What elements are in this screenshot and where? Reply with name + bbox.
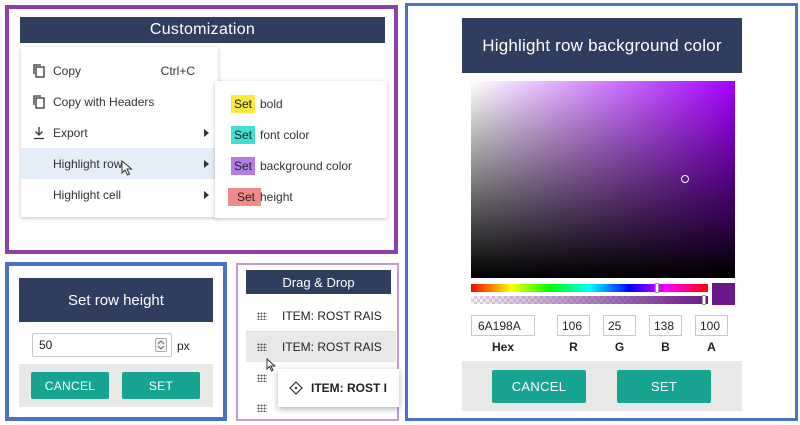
color-picker-title: Highlight row background color bbox=[482, 35, 722, 55]
set-button[interactable]: SET bbox=[122, 372, 200, 399]
b-input[interactable]: 138 bbox=[649, 315, 682, 336]
b-value: 138 bbox=[654, 318, 675, 333]
drag-handle-icon[interactable] bbox=[257, 312, 267, 320]
dragging-item[interactable]: ITEM: ROST I bbox=[278, 369, 399, 407]
row-height-value: 50 bbox=[39, 338, 53, 352]
a-input[interactable]: 100 bbox=[695, 315, 728, 336]
customization-title: Customization bbox=[149, 21, 256, 38]
submenu-item-set-font-color[interactable]: Set font color bbox=[215, 119, 385, 150]
customization-panel: Customization Copy Ctrl+C Copy with Head… bbox=[5, 5, 398, 254]
submenu-arrow-icon bbox=[204, 190, 209, 199]
move-icon bbox=[289, 381, 303, 400]
set-chip: Set bbox=[231, 156, 256, 175]
set-chip: Set bbox=[231, 94, 256, 113]
saturation-area[interactable] bbox=[471, 81, 735, 278]
submenu-item-label: height bbox=[260, 189, 293, 204]
list-item[interactable]: ITEM: ROST RAIS bbox=[246, 301, 396, 331]
menu-item-highlight-cell[interactable]: Highlight cell bbox=[21, 179, 217, 210]
menu-item-label: Highlight cell bbox=[53, 187, 122, 202]
menu-item-highlight-row[interactable]: Highlight row bbox=[21, 148, 217, 179]
color-picker-body: 6A198A 106 25 138 100 Hex R G B A bbox=[462, 73, 742, 363]
submenu-item-label: background color bbox=[260, 158, 353, 173]
set-chip: Set bbox=[228, 187, 262, 206]
r-label: R bbox=[569, 340, 578, 354]
color-cursor[interactable] bbox=[681, 175, 689, 183]
color-picker-panel: Highlight row background color 6A198A 10… bbox=[405, 3, 798, 421]
g-label: G bbox=[614, 340, 625, 354]
g-value: 25 bbox=[608, 318, 622, 333]
mouse-pointer-icon bbox=[266, 357, 277, 377]
menu-item-label: Copy bbox=[53, 63, 82, 78]
set-chip: Set bbox=[231, 125, 256, 144]
submenu-item-label: font color bbox=[260, 127, 310, 142]
submenu-arrow-icon bbox=[204, 159, 209, 168]
menu-item-export[interactable]: Export bbox=[21, 117, 217, 148]
drag-drop-panel: Drag & Drop ITEM: ROST RAIS ITEM: ROST R… bbox=[236, 263, 399, 421]
download-icon bbox=[33, 126, 45, 140]
r-value: 106 bbox=[562, 318, 583, 333]
menu-item-label: Export bbox=[53, 125, 88, 140]
context-menu: Copy Ctrl+C Copy with Headers Export Hig… bbox=[21, 47, 218, 217]
menu-item-shortcut: Ctrl+C bbox=[160, 63, 195, 78]
color-picker-title-bar: Highlight row background color bbox=[462, 18, 742, 73]
mouse-pointer-icon bbox=[121, 159, 133, 179]
b-label: B bbox=[661, 340, 670, 354]
alpha-slider-handle[interactable] bbox=[702, 295, 706, 305]
hue-slider-handle[interactable] bbox=[655, 283, 659, 293]
cancel-button[interactable]: CANCEL bbox=[31, 372, 109, 399]
list-item-label: ITEM: ROST RAIS bbox=[282, 340, 382, 354]
color-preview-swatch bbox=[712, 283, 735, 305]
drag-handle-icon[interactable] bbox=[257, 404, 267, 412]
row-height-footer: CANCEL SET bbox=[19, 364, 213, 407]
copy-icon bbox=[33, 63, 45, 78]
menu-item-label: Copy with Headers bbox=[53, 94, 155, 109]
row-height-title: Set row height bbox=[68, 291, 164, 309]
drag-drop-title: Drag & Drop bbox=[282, 274, 355, 290]
submenu-item-set-background-color[interactable]: Set background color bbox=[215, 150, 385, 181]
alpha-slider[interactable] bbox=[471, 295, 708, 305]
drag-drop-title-bar: Drag & Drop bbox=[246, 270, 391, 294]
copy-icon bbox=[33, 94, 45, 109]
menu-item-copy[interactable]: Copy Ctrl+C bbox=[21, 55, 217, 86]
customization-title-bar: Customization bbox=[20, 17, 385, 43]
hex-input[interactable]: 6A198A bbox=[471, 315, 535, 336]
submenu-item-set-height[interactable]: Set height bbox=[215, 181, 385, 212]
menu-item-copy-with-headers[interactable]: Copy with Headers bbox=[21, 86, 217, 117]
highlight-row-submenu: Set bold Set font color Set background c… bbox=[215, 81, 387, 218]
hue-slider[interactable] bbox=[471, 283, 708, 293]
hex-label: Hex bbox=[491, 340, 514, 354]
dragging-item-label: ITEM: ROST I bbox=[311, 381, 387, 395]
submenu-arrow-icon bbox=[204, 128, 209, 137]
color-picker-footer: CANCEL SET bbox=[462, 361, 742, 411]
row-height-panel: Set row height 50 px CANCEL SET bbox=[5, 262, 227, 421]
drag-handle-icon[interactable] bbox=[257, 343, 267, 351]
r-input[interactable]: 106 bbox=[557, 315, 590, 336]
row-height-unit: px bbox=[177, 339, 190, 353]
hex-value: 6A198A bbox=[478, 318, 521, 333]
submenu-item-set-bold[interactable]: Set bold bbox=[215, 88, 385, 119]
cancel-button[interactable]: CANCEL bbox=[492, 370, 586, 403]
row-height-title-bar: Set row height bbox=[19, 278, 213, 322]
menu-item-label: Highlight row bbox=[53, 156, 123, 171]
row-height-input[interactable]: 50 bbox=[32, 333, 172, 357]
a-label: A bbox=[707, 340, 716, 354]
list-item-label: ITEM: ROST RAIS bbox=[282, 309, 382, 323]
set-button[interactable]: SET bbox=[617, 370, 711, 403]
a-value: 100 bbox=[700, 318, 721, 333]
g-input[interactable]: 25 bbox=[603, 315, 636, 336]
submenu-item-label: bold bbox=[260, 96, 283, 111]
spinner-icon[interactable] bbox=[155, 338, 167, 352]
